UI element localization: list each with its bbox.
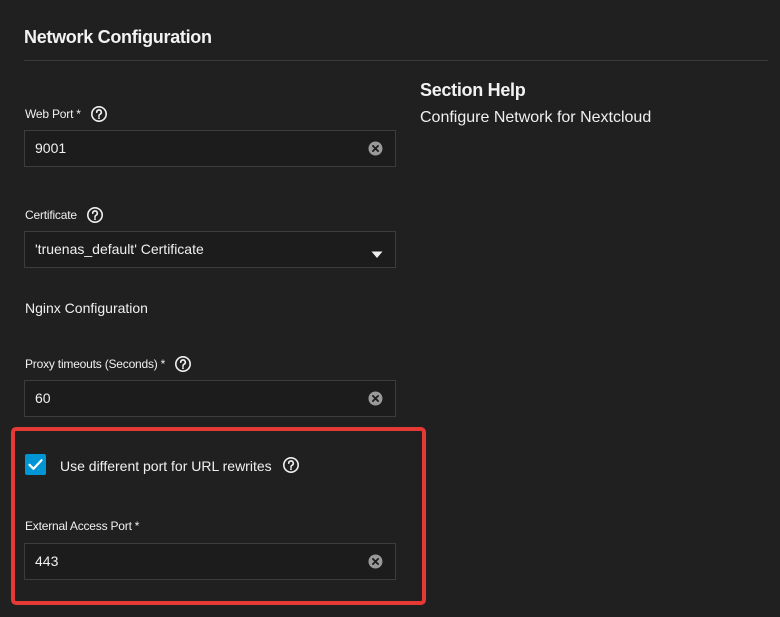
certificate-label: Certificate [25,206,104,224]
clear-circle-icon[interactable] [368,391,383,406]
external-port-value[interactable]: 443 [35,553,58,569]
section-divider [24,60,768,61]
external-port-label: External Access Port * [25,519,139,533]
help-circle-icon[interactable] [86,206,104,224]
certificate-select[interactable]: 'truenas_default' Certificate [24,231,396,268]
external-port-label-text: External Access Port [25,519,132,533]
nginx-configuration-heading: Nginx Configuration [25,300,148,316]
certificate-value[interactable]: 'truenas_default' Certificate [35,241,204,257]
required-mark: * [160,357,166,371]
help-circle-icon[interactable] [90,105,108,123]
section-help-title: Section Help [420,80,526,100]
required-mark: * [76,107,81,121]
help-circle-icon[interactable] [282,456,300,474]
certificate-label-text: Certificate [25,208,77,222]
url-rewrite-label[interactable]: Use different port for URL rewrites [60,457,300,474]
web-port-value[interactable]: 9001 [35,140,66,156]
url-rewrite-checkbox[interactable] [25,454,46,475]
caret-down-icon[interactable] [371,246,383,258]
section-help-text: Configure Network for Nextcloud [420,109,652,126]
proxy-timeouts-label-text: Proxy timeouts (Seconds) [25,357,158,371]
section-title: Network Configuration [24,27,212,47]
clear-circle-icon[interactable] [368,554,383,569]
proxy-timeouts-value[interactable]: 60 [35,390,51,406]
url-rewrite-label-text[interactable]: Use different port for URL rewrites [60,458,272,474]
web-port-input[interactable]: 9001 [24,130,396,167]
help-circle-icon[interactable] [174,355,192,373]
external-port-input[interactable]: 443 [24,543,396,580]
network-configuration-page: Network Configuration Web Port * 9001 Ce… [0,0,780,617]
proxy-timeouts-input[interactable]: 60 [24,380,396,417]
web-port-label: Web Port * [25,105,108,123]
proxy-timeouts-label: Proxy timeouts (Seconds) * [25,355,192,373]
clear-circle-icon[interactable] [368,141,383,156]
check-icon [28,459,43,470]
web-port-label-text: Web Port [25,107,74,121]
required-mark: * [134,519,140,533]
